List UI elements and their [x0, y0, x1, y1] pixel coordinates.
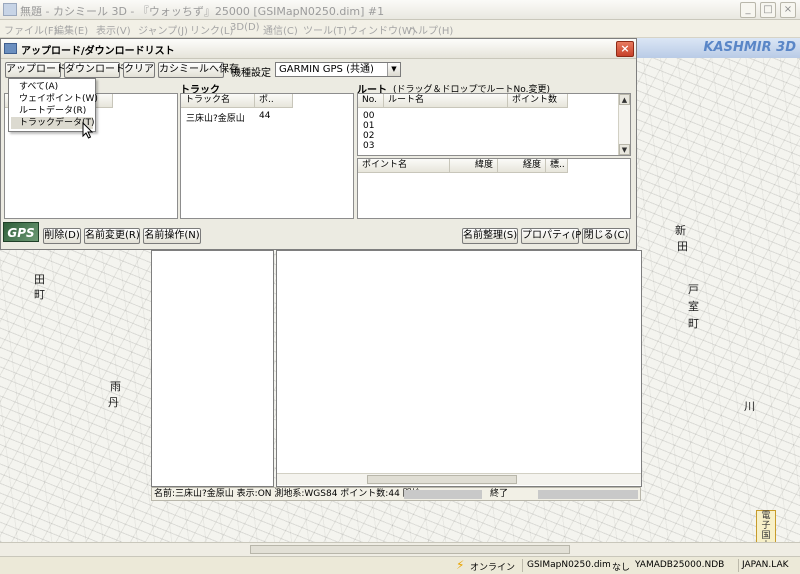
menu-jump[interactable]: ジャンプ(J) [138, 22, 188, 37]
close-window-button[interactable]: × [780, 2, 796, 18]
track-list[interactable]: トラック名 ポ.. 三床山?金原山 44 [180, 93, 354, 219]
dialog-close-button[interactable]: × [616, 41, 634, 57]
menu-bar: ファイル(F) 編集(E) 表示(V) ジャンプ(J) リンク(L) 3D(D)… [0, 20, 800, 38]
track-row-points[interactable]: 44 [259, 111, 270, 121]
map-label: 川 [744, 400, 755, 413]
scroll-down-icon[interactable]: ▼ [619, 144, 630, 155]
menu-edit[interactable]: 編集(E) [54, 22, 88, 37]
map-label: 丹 [108, 396, 119, 409]
model-select[interactable]: GARMIN GPS (共通) ▼ [275, 62, 401, 77]
route-row[interactable]: 00 [363, 111, 374, 121]
upload-menu-all[interactable]: すべて(A) [11, 81, 93, 93]
route-point-list[interactable]: ポイント名 緯度 経度 標.. [357, 158, 631, 219]
track-col-points[interactable]: ポ.. [255, 94, 293, 108]
lower-left-panel[interactable] [151, 250, 274, 487]
chevron-down-icon[interactable]: ▼ [387, 63, 400, 76]
upload-menu-waypoint[interactable]: ウェイポイント(W) [11, 93, 98, 105]
dialog-title-bar: アップロード/ダウンロードリスト × [1, 39, 636, 59]
status-none: なし [612, 563, 631, 573]
download-button[interactable]: ダウンロード [64, 62, 125, 78]
database-file: YAMADB25000.NDB [635, 560, 725, 570]
menu-link[interactable]: リンク(L) [190, 22, 233, 37]
menu-help[interactable]: ヘルプ(H) [408, 22, 453, 37]
map-label: 町 [34, 288, 45, 301]
map-label: 室 [688, 300, 699, 313]
point-col-alt[interactable]: 標.. [546, 159, 568, 173]
online-bolt-icon: ⚡ [456, 558, 465, 572]
dialog-title: アップロード/ダウンロードリスト [21, 46, 175, 57]
properties-button[interactable]: プロパティ(P) [521, 228, 585, 244]
point-col-lon[interactable]: 経度 [498, 159, 546, 173]
map-label: 町 [688, 317, 699, 330]
route-row[interactable]: 01 [363, 121, 374, 131]
maximize-button[interactable]: □ [760, 2, 776, 18]
map-sign: 電子国土 [756, 510, 776, 542]
route-row[interactable]: 02 [363, 131, 374, 141]
brand-banner: KASHMIR 3D [630, 38, 800, 58]
clear-button[interactable]: クリア [123, 62, 155, 78]
minimize-button[interactable]: _ [740, 2, 756, 18]
model-label: 機種設定 [231, 68, 271, 79]
track-row-name[interactable]: 三床山?金原山 [186, 111, 245, 124]
track-info-bar: 名前:三床山?金原山 表示:ON 測地系:WGS84 ポイント数:44 開始 終… [151, 487, 641, 501]
close-button[interactable]: 閉じる(C) [582, 228, 630, 244]
menu-comm[interactable]: 通信(C) [263, 22, 298, 37]
route-scrollbar[interactable]: ▲ ▼ [618, 94, 630, 155]
lower-right-panel[interactable] [276, 250, 642, 487]
track-col-name[interactable]: トラック名 [181, 94, 255, 108]
gps-logo: GPS [3, 222, 39, 242]
point-col-lat[interactable]: 緯度 [450, 159, 498, 173]
route-col-no[interactable]: No. [358, 94, 384, 108]
horizontal-scrollbar[interactable] [277, 473, 641, 485]
upload-menu-track[interactable]: トラックデータ(T) [11, 117, 95, 129]
upload-button[interactable]: アップロード [5, 62, 66, 78]
mouse-cursor-icon [82, 122, 94, 139]
map-label: 田 [34, 273, 45, 286]
menu-tools[interactable]: ツール(T) [303, 22, 347, 37]
name-tidy-button[interactable]: 名前整理(S) [462, 228, 518, 244]
route-col-name[interactable]: ルート名 [384, 94, 508, 108]
save-to-kashmir-button[interactable]: カシミールへ保存 [158, 62, 239, 78]
delete-button[interactable]: 削除(D) [43, 228, 81, 244]
list-icon [4, 43, 17, 54]
track-info-text: 名前:三床山?金原山 表示:ON 測地系:WGS84 ポイント数:44 開始 [154, 489, 421, 499]
window-title: 無題 - カシミール 3D - 『ウォッちず』25000 [GSIMapN025… [20, 5, 385, 18]
route-list[interactable]: No. ルート名 ポイント数 00 01 02 03 ▲ ▼ [357, 93, 631, 156]
model-select-value: GARMIN GPS (共通) [279, 64, 374, 75]
start-value-redacted [404, 490, 482, 499]
map-file: GSIMapN0250.dim [527, 560, 611, 570]
menu-file[interactable]: ファイル(F) [4, 22, 58, 37]
scroll-thumb[interactable] [367, 475, 517, 484]
status-bar: ⚡ オンライン GSIMapN0250.dim なし YAMADB25000.N… [0, 556, 800, 574]
rename-button[interactable]: 名前変更(R) [84, 228, 140, 244]
map-label: 新 [675, 224, 686, 237]
map-horizontal-scrollbar[interactable] [0, 542, 800, 556]
route-row[interactable]: 03 [363, 141, 374, 151]
map-scroll-thumb[interactable] [250, 545, 570, 554]
menu-3d[interactable]: 3D(D) [230, 22, 260, 33]
point-col-name[interactable]: ポイント名 [358, 159, 450, 173]
upload-menu-route[interactable]: ルートデータ(R) [11, 105, 93, 117]
map-label: 田 [677, 240, 688, 253]
app-icon [3, 3, 17, 16]
end-label: 終了 [490, 489, 509, 499]
map-label: 戸 [688, 283, 699, 296]
name-operation-button[interactable]: 名前操作(N) [143, 228, 201, 244]
menu-view[interactable]: 表示(V) [96, 22, 131, 37]
menu-window[interactable]: ウィンドウ(W) [348, 22, 416, 37]
scroll-up-icon[interactable]: ▲ [619, 94, 630, 105]
map-label: 雨 [110, 380, 121, 393]
online-status: オンライン [470, 563, 516, 573]
end-value-redacted [538, 490, 638, 499]
title-bar: 無題 - カシミール 3D - 『ウォッちず』25000 [GSIMapN025… [0, 0, 800, 20]
region-file: JAPAN.LAK [742, 560, 789, 570]
route-col-points[interactable]: ポイント数 [508, 94, 568, 108]
